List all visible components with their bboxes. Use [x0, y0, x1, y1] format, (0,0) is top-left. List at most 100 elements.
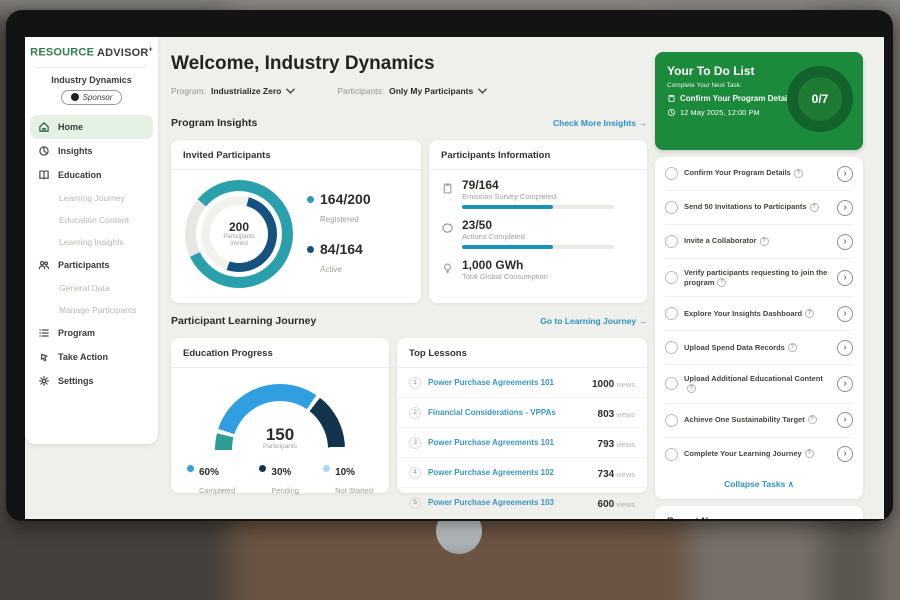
- chevron-down-icon: [478, 86, 487, 96]
- gauge-center-value: 150: [215, 426, 345, 443]
- sidebar-item-participants[interactable]: Participants: [25, 253, 158, 277]
- todo-task-list: Confirm Your Program Details? › Send 50 …: [655, 157, 863, 499]
- chevron-up-icon: ∧: [788, 479, 794, 489]
- task-checkbox[interactable]: [665, 167, 678, 180]
- help-icon[interactable]: ?: [760, 237, 769, 246]
- org-name: Industry Dynamics: [25, 75, 158, 85]
- todo-datetime: 12 May 2025, 12:00 PM: [680, 108, 760, 117]
- help-icon[interactable]: ?: [687, 384, 696, 393]
- lightbulb-icon: [441, 262, 454, 275]
- help-icon[interactable]: ?: [805, 449, 814, 458]
- task-row-achieve-sustainability-target: Achieve One Sustainability Target? ›: [665, 404, 853, 438]
- task-go-button[interactable]: ›: [837, 376, 853, 392]
- sidebar-item-settings[interactable]: Settings: [25, 369, 158, 393]
- actions-icon: [441, 222, 454, 235]
- people-icon: [38, 259, 50, 271]
- lesson-link[interactable]: Power Purchase Agreements 101: [428, 378, 585, 387]
- task-checkbox[interactable]: [665, 377, 678, 390]
- sidebar-item-home[interactable]: Home: [30, 115, 153, 139]
- task-go-button[interactable]: ›: [837, 412, 853, 428]
- invited-participants-card: Invited Participants 200 ParticipantsInv…: [171, 140, 421, 303]
- collapse-tasks-link[interactable]: Collapse Tasks ∧: [665, 471, 853, 499]
- legend-not-started: 10%Not Started: [323, 462, 373, 498]
- legend-pending: 30%Pending: [259, 462, 299, 498]
- sidebar-item-learning-journey[interactable]: Learning Journey: [25, 187, 158, 209]
- help-icon[interactable]: ?: [805, 309, 814, 318]
- main-content: Welcome, Industry Dynamics Program: Indu…: [171, 37, 647, 519]
- page-title: Welcome, Industry Dynamics: [171, 53, 435, 75]
- task-checkbox[interactable]: [665, 235, 678, 248]
- pending-dot: [259, 465, 266, 472]
- help-icon[interactable]: ?: [788, 343, 797, 352]
- task-checkbox[interactable]: [665, 448, 678, 461]
- help-icon[interactable]: ?: [810, 203, 819, 212]
- logo-secondary: ADVISOR+: [97, 47, 153, 59]
- progress-bar: [462, 205, 614, 209]
- home-icon: [38, 121, 50, 133]
- clipboard-icon: [667, 94, 676, 103]
- clock-icon: [667, 108, 676, 117]
- gear-icon: [38, 375, 50, 387]
- lesson-row: 5 Power Purchase Agreements 103 600views: [397, 488, 647, 517]
- help-icon[interactable]: ?: [717, 278, 726, 287]
- task-go-button[interactable]: ›: [837, 270, 853, 286]
- lesson-link[interactable]: Power Purchase Agreements 103: [428, 498, 591, 507]
- donut-center-label: ParticipantsInvited: [223, 234, 254, 249]
- list-icon: [38, 327, 50, 339]
- education-gauge-chart: 150 Participants: [215, 384, 345, 450]
- task-go-button[interactable]: ›: [837, 340, 853, 356]
- logo-primary: RESOURCE: [30, 47, 94, 59]
- sidebar-item-education-content[interactable]: Education Content: [25, 209, 158, 231]
- todo-next-task: Confirm Your Program Details: [680, 94, 794, 103]
- program-dropdown[interactable]: Program: Industrialize Zero: [171, 86, 295, 96]
- card-title: Top Lessons: [397, 338, 647, 368]
- monitor-bezel: RESOURCE ADVISOR+ Industry Dynamics Spon…: [6, 10, 893, 521]
- task-go-button[interactable]: ›: [837, 306, 853, 322]
- task-go-button[interactable]: ›: [837, 166, 853, 182]
- task-checkbox[interactable]: [665, 201, 678, 214]
- lesson-link[interactable]: Power Purchase Agreements 102: [428, 468, 591, 477]
- check-more-insights-link[interactable]: Check More Insights →: [553, 118, 647, 128]
- sidebar-item-take-action[interactable]: Take Action: [25, 345, 158, 369]
- todo-column: Your To Do List Complete Your Next Task:…: [655, 37, 863, 519]
- invited-donut-chart: 200 ParticipantsInvited: [185, 180, 293, 288]
- lesson-row: 2 Financial Considerations - VPPAs 803vi…: [397, 398, 647, 428]
- help-icon[interactable]: ?: [808, 415, 817, 424]
- completed-dot: [187, 465, 194, 472]
- sponsor-icon: [71, 93, 79, 101]
- book-icon: [38, 169, 50, 181]
- sidebar-item-insights[interactable]: Insights: [25, 139, 158, 163]
- sidebar-item-program[interactable]: Program: [25, 321, 158, 345]
- lesson-link[interactable]: Financial Considerations - VPPAs: [428, 408, 591, 417]
- sidebar-nav: Home Insights Education Learning Journey…: [25, 115, 158, 393]
- sidebar-item-manage-participants[interactable]: Manage Participants: [25, 299, 158, 321]
- task-go-button[interactable]: ›: [837, 446, 853, 462]
- task-row-invite-collaborator: Invite a Collaborator? ›: [665, 225, 853, 259]
- task-checkbox[interactable]: [665, 341, 678, 354]
- sidebar-item-general-data[interactable]: General Data: [25, 277, 158, 299]
- progress-bar: [462, 245, 614, 249]
- card-title: Education Progress: [171, 338, 389, 368]
- task-row-upload-educational-content: Upload Additional Educational Content? ›: [665, 365, 853, 403]
- task-go-button[interactable]: ›: [837, 200, 853, 216]
- dashboard-screen: RESOURCE ADVISOR+ Industry Dynamics Spon…: [25, 37, 884, 519]
- registered-dot: [307, 196, 314, 203]
- sidebar-item-education[interactable]: Education: [25, 163, 158, 187]
- task-checkbox[interactable]: [665, 414, 678, 427]
- task-checkbox[interactable]: [665, 271, 678, 284]
- go-to-learning-journey-link[interactable]: Go to Learning Journey →: [540, 316, 647, 326]
- donut-center-value: 200: [229, 220, 249, 234]
- recent-news-heading: Recent News: [655, 506, 863, 520]
- task-go-button[interactable]: ›: [837, 234, 853, 250]
- task-checkbox[interactable]: [665, 307, 678, 320]
- sidebar-item-learning-insights[interactable]: Learning Insights: [25, 231, 158, 253]
- cursor-click-icon: [38, 351, 50, 363]
- help-icon[interactable]: ?: [794, 169, 803, 178]
- not-started-dot: [323, 465, 330, 472]
- stat-emission-survey: 79/164 Emission Survey Completed: [441, 178, 633, 209]
- participants-information-card: Participants Information 79/164 Emission…: [429, 140, 647, 303]
- card-title: Participants Information: [429, 140, 647, 170]
- education-progress-card: Education Progress 150 Participants 60%C…: [171, 338, 389, 493]
- participants-dropdown[interactable]: Participants: Only My Participants: [337, 86, 487, 96]
- lesson-link[interactable]: Power Purchase Agreements 101: [428, 438, 591, 447]
